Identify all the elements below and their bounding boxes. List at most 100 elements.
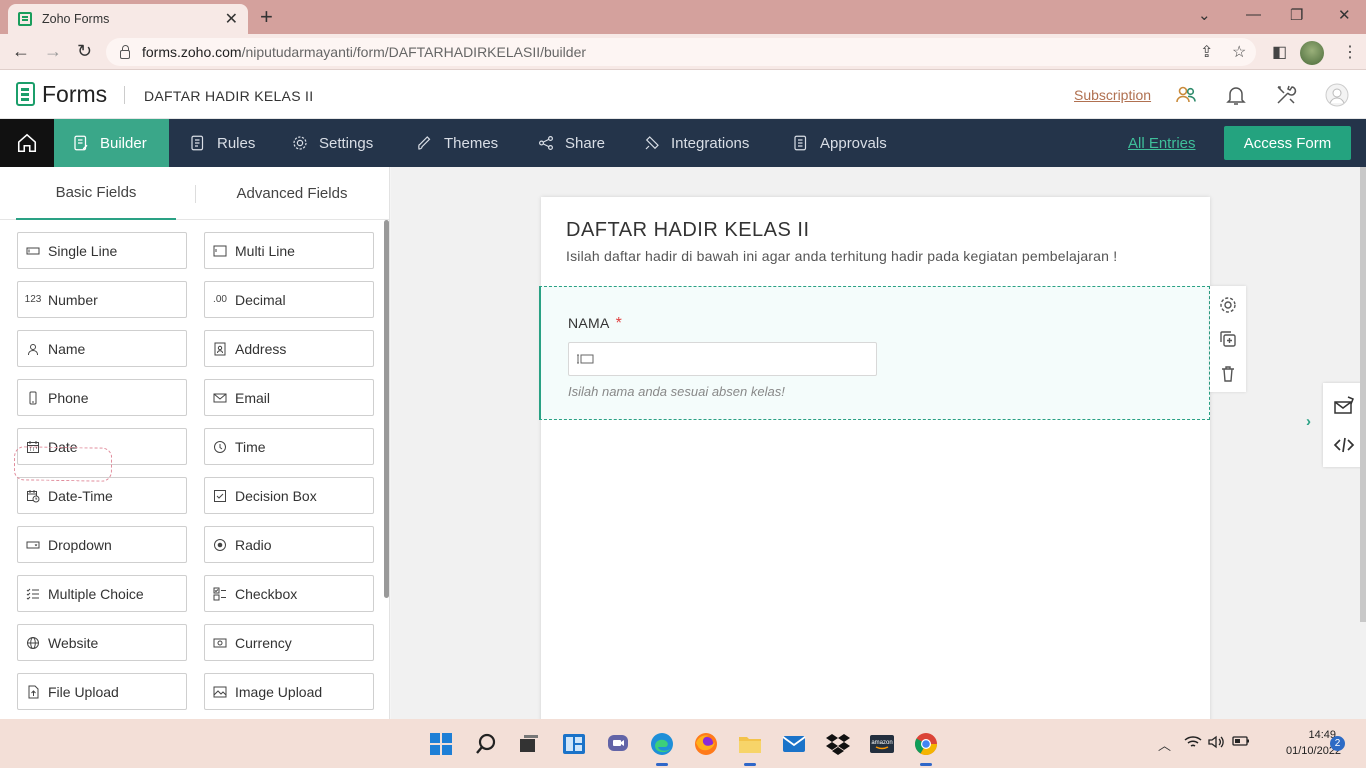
- field-decision-box[interactable]: Decision Box: [204, 477, 374, 514]
- field-number[interactable]: 123 Number: [17, 281, 187, 318]
- tab-close-icon[interactable]: ✕: [225, 9, 238, 29]
- number-icon: 123: [24, 294, 42, 305]
- selected-field-nama[interactable]: NAMA * Isilah nama anda sesuai absen kela…: [539, 286, 1210, 420]
- field-dropdown[interactable]: Dropdown: [17, 526, 187, 563]
- rules-icon: [191, 135, 204, 151]
- field-name[interactable]: Name: [17, 330, 187, 367]
- task-view-icon[interactable]: [516, 731, 542, 757]
- code-embed-icon[interactable]: [1333, 434, 1355, 456]
- expand-panel-arrow-icon[interactable]: ›: [1306, 413, 1311, 430]
- field-decimal[interactable]: .00 Decimal: [204, 281, 374, 318]
- dropbox-icon[interactable]: [825, 731, 851, 757]
- form-title[interactable]: DAFTAR HADIR KELAS II: [566, 219, 810, 242]
- battery-icon[interactable]: [1232, 735, 1250, 750]
- brush-icon: [418, 136, 431, 150]
- field-website[interactable]: Website: [17, 624, 187, 661]
- field-tools: [1210, 286, 1246, 392]
- tab-basic-fields[interactable]: Basic Fields: [16, 167, 176, 220]
- maximize-icon[interactable]: ❐: [1290, 6, 1303, 24]
- field-settings-gear-icon[interactable]: [1218, 295, 1238, 315]
- widgets-icon[interactable]: [561, 731, 587, 757]
- chrome-icon[interactable]: [913, 731, 939, 766]
- teams-chat-icon[interactable]: [605, 731, 631, 757]
- access-form-button[interactable]: Access Form: [1224, 126, 1351, 160]
- tab-approvals[interactable]: Approvals: [792, 119, 887, 167]
- field-radio[interactable]: Radio: [204, 526, 374, 563]
- field-time[interactable]: Time: [204, 428, 374, 465]
- reload-icon[interactable]: ↻: [77, 41, 92, 61]
- profile-avatar[interactable]: [1300, 41, 1324, 65]
- tab-settings[interactable]: Settings: [291, 119, 373, 167]
- app-name[interactable]: Forms: [42, 81, 107, 108]
- clock[interactable]: 14:49 01/10/2022: [1286, 727, 1341, 759]
- globe-icon: [26, 636, 40, 650]
- user-avatar-icon[interactable]: [1325, 83, 1349, 107]
- field-multiple-choice[interactable]: Multiple Choice: [17, 575, 187, 612]
- all-entries-link[interactable]: All Entries: [1128, 135, 1196, 152]
- field-multi-line[interactable]: Multi Line: [204, 232, 374, 269]
- fields-tabs: Basic Fields Advanced Fields: [0, 167, 389, 220]
- fields-scrollbar[interactable]: [384, 220, 389, 598]
- field-email[interactable]: Email: [204, 379, 374, 416]
- tab-builder[interactable]: Builder: [54, 119, 169, 167]
- field-address[interactable]: Address: [204, 330, 374, 367]
- notification-badge[interactable]: 2: [1330, 736, 1345, 751]
- subscription-link[interactable]: Subscription: [1074, 87, 1151, 103]
- back-icon[interactable]: ←: [12, 41, 30, 61]
- firefox-icon[interactable]: [693, 731, 719, 757]
- bell-icon[interactable]: [1224, 83, 1248, 107]
- field-hint: Isilah nama anda sesuai absen kelas!: [568, 384, 785, 399]
- tools-icon[interactable]: [1274, 83, 1298, 107]
- tab-advanced-fields[interactable]: Advanced Fields: [212, 167, 372, 220]
- field-phone[interactable]: Phone: [17, 379, 187, 416]
- tab-integrations[interactable]: Integrations: [643, 119, 749, 167]
- browser-menu-icon[interactable]: ⋮: [1342, 42, 1358, 62]
- clock-time: 14:49: [1308, 729, 1336, 741]
- trash-icon[interactable]: [1218, 364, 1238, 384]
- speaker-icon[interactable]: [1208, 735, 1224, 752]
- approvals-icon: [794, 135, 807, 151]
- mail-notification-icon[interactable]: [1333, 394, 1355, 416]
- field-label: File Upload: [48, 683, 119, 700]
- edge-icon[interactable]: [649, 731, 675, 766]
- dropdown-icon: [26, 538, 40, 552]
- date-time-icon: [26, 489, 40, 503]
- url-field[interactable]: forms.zoho.com/niputudarmayanti/form/DAF…: [106, 38, 1256, 66]
- tray-chevron-up-icon[interactable]: ︿: [1158, 735, 1171, 754]
- side-panel-icon[interactable]: ◧: [1272, 42, 1287, 62]
- duplicate-icon[interactable]: [1218, 329, 1238, 349]
- window-close-icon[interactable]: ✕: [1338, 6, 1351, 24]
- page-scrollbar[interactable]: [1360, 167, 1366, 622]
- browser-tab[interactable]: Zoho Forms ✕: [8, 4, 248, 34]
- checklist-icon: [213, 587, 227, 601]
- file-explorer-icon[interactable]: [737, 731, 763, 766]
- tab-share[interactable]: Share: [537, 119, 605, 167]
- users-icon[interactable]: [1174, 83, 1198, 107]
- field-label: Number: [48, 291, 98, 308]
- new-tab-icon[interactable]: +: [260, 6, 273, 28]
- bookmark-star-icon[interactable]: ☆: [1232, 42, 1246, 62]
- currency-icon: [213, 636, 227, 650]
- tab-rules[interactable]: Rules: [189, 119, 255, 167]
- address-bar: ← → ↻ forms.zoho.com/niputudarmayanti/fo…: [0, 34, 1366, 70]
- field-currency[interactable]: Currency: [204, 624, 374, 661]
- search-icon[interactable]: [473, 731, 499, 757]
- nama-input[interactable]: [568, 342, 877, 376]
- minimize-icon[interactable]: —: [1246, 6, 1261, 23]
- field-image-upload[interactable]: Image Upload: [204, 673, 374, 710]
- tab-themes[interactable]: Themes: [416, 119, 498, 167]
- tab-search-chevron-icon[interactable]: ⌄: [1198, 6, 1211, 24]
- amazon-icon[interactable]: amazon: [869, 731, 895, 757]
- mail-app-icon[interactable]: [781, 731, 807, 757]
- share-icon[interactable]: ⇪: [1200, 42, 1213, 62]
- form-description[interactable]: Isilah daftar hadir di bawah ini agar an…: [566, 248, 1117, 264]
- field-file-upload[interactable]: File Upload: [17, 673, 187, 710]
- forward-icon[interactable]: →: [44, 41, 62, 61]
- windows-start-icon[interactable]: [428, 731, 454, 757]
- home-button[interactable]: [0, 119, 54, 167]
- field-date-time[interactable]: Date-Time: [17, 477, 187, 514]
- field-checkbox[interactable]: Checkbox: [204, 575, 374, 612]
- field-single-line[interactable]: Single Line: [17, 232, 187, 269]
- wifi-icon[interactable]: [1184, 735, 1202, 752]
- field-nama-label: NAMA *: [568, 315, 622, 333]
